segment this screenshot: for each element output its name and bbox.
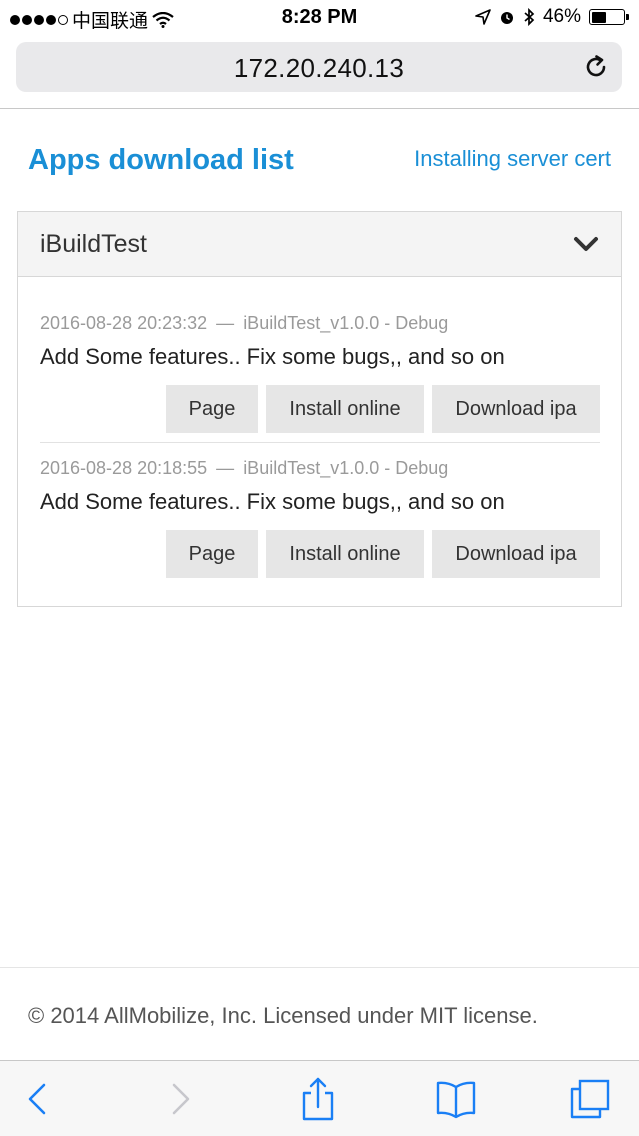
install-online-button[interactable]: Install online: [266, 530, 424, 578]
app-panel: iBuildTest 2016-08-28 20:23:32 — iBuildT…: [17, 211, 622, 607]
build-item: 2016-08-28 20:18:55 — iBuildTest_v1.0.0 …: [40, 458, 600, 578]
build-separator: —: [216, 313, 235, 333]
footer-divider: [0, 967, 639, 968]
browser-toolbar: [0, 1060, 639, 1136]
address-text[interactable]: 172.20.240.13: [16, 53, 622, 84]
status-right: 46%: [475, 6, 629, 28]
share-icon[interactable]: [296, 1077, 340, 1121]
build-actions: Page Install online Download ipa: [166, 530, 600, 578]
footer-copyright: © 2014 AllMobilize, Inc. Licensed under …: [28, 1003, 538, 1028]
download-ipa-button[interactable]: Download ipa: [432, 385, 600, 433]
install-online-button[interactable]: Install online: [266, 385, 424, 433]
panel-title: iBuildTest: [40, 230, 147, 258]
item-divider: [40, 442, 600, 443]
download-ipa-button[interactable]: Download ipa: [432, 530, 600, 578]
alarm-icon: [500, 12, 513, 24]
forward-icon[interactable]: [158, 1077, 202, 1121]
bluetooth-icon: [524, 8, 535, 26]
battery-percent: 46%: [542, 6, 581, 27]
panel-header[interactable]: iBuildTest: [18, 212, 621, 277]
back-icon[interactable]: [16, 1077, 60, 1121]
address-bar[interactable]: 172.20.240.13: [16, 42, 622, 92]
build-date: 2016-08-28 20:18:55: [40, 458, 208, 478]
page-button[interactable]: Page: [166, 385, 258, 433]
build-meta: 2016-08-28 20:23:32 — iBuildTest_v1.0.0 …: [40, 313, 600, 334]
build-actions: Page Install online Download ipa: [166, 385, 600, 433]
build-date: 2016-08-28 20:23:32: [40, 313, 208, 333]
page-button[interactable]: Page: [166, 530, 258, 578]
location-icon: [475, 9, 491, 25]
build-name: iBuildTest_v1.0.0 - Debug: [243, 313, 449, 333]
chevron-down-icon[interactable]: [573, 234, 599, 254]
page-title: Apps download list: [28, 144, 294, 176]
status-bar: 中国联通 8:28 PM 46%: [0, 0, 639, 36]
build-item: 2016-08-28 20:23:32 — iBuildTest_v1.0.0 …: [40, 313, 600, 433]
tabs-icon[interactable]: [568, 1077, 612, 1121]
installing-server-cert-link[interactable]: Installing server cert: [414, 146, 611, 172]
battery-icon: [589, 9, 625, 25]
build-meta: 2016-08-28 20:18:55 — iBuildTest_v1.0.0 …: [40, 458, 600, 479]
build-name: iBuildTest_v1.0.0 - Debug: [243, 458, 449, 478]
build-description: Add Some features.. Fix some bugs,, and …: [40, 489, 505, 514]
bookmarks-icon[interactable]: [434, 1077, 478, 1121]
browser-divider: [0, 108, 639, 109]
build-description: Add Some features.. Fix some bugs,, and …: [40, 344, 505, 369]
build-separator: —: [216, 458, 235, 478]
reload-icon[interactable]: [582, 53, 610, 81]
